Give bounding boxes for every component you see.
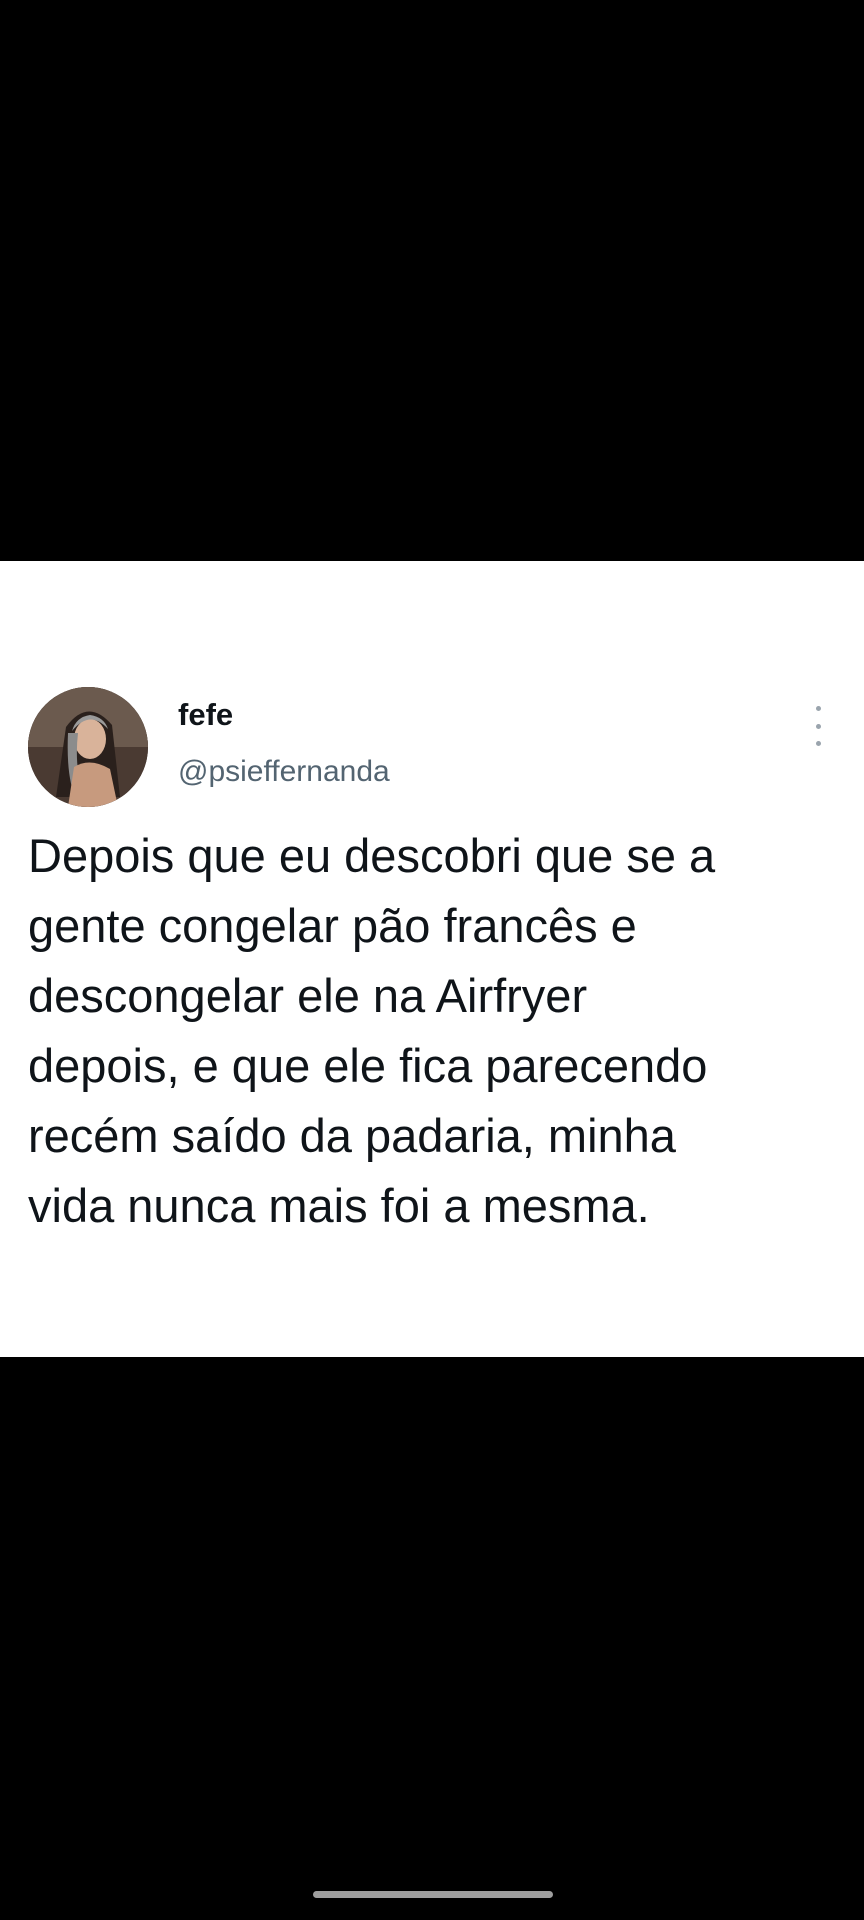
top-black-area [0,0,864,561]
bottom-black-area [0,1357,864,1920]
tweet-card: fefe @psieffernanda Depois que eu descob… [0,561,864,1357]
user-handle[interactable]: @psieffernanda [178,757,390,787]
tweet-text: Depois que eu descobri que se a gente co… [28,829,716,1232]
avatar-photo-icon [28,687,148,807]
more-dot [815,706,821,711]
avatar[interactable] [28,687,148,807]
more-dot [815,723,821,729]
display-name[interactable]: fefe [178,699,233,730]
more-dot [815,741,821,746]
more-options-icon[interactable] [806,706,830,746]
home-indicator[interactable] [313,1891,553,1898]
